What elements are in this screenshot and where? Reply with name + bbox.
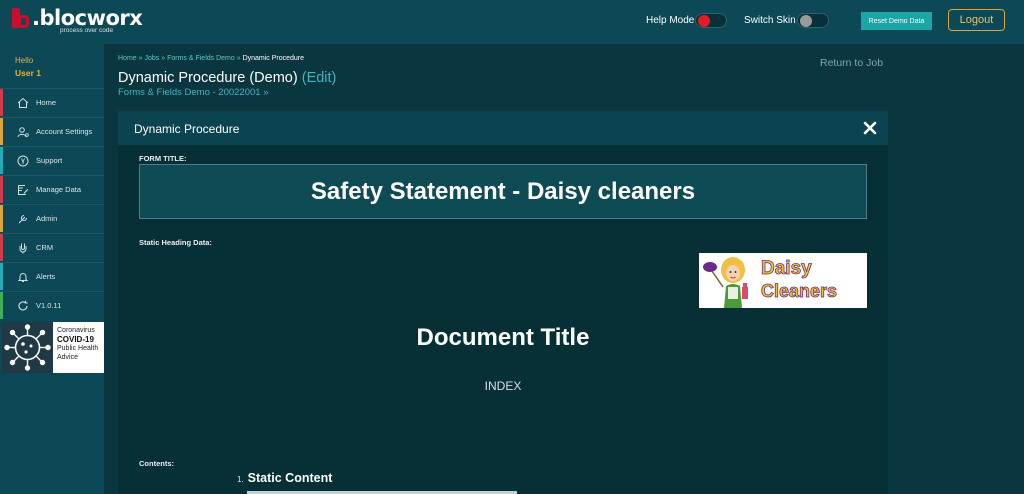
logo-mark-icon	[10, 6, 30, 30]
document-title: Document Title	[416, 324, 590, 351]
breadcrumb-home[interactable]: Home	[118, 55, 137, 62]
refresh-icon	[18, 300, 28, 311]
form-title-label: FORM TITLE:	[139, 154, 187, 163]
toc-number: 1.	[237, 475, 244, 484]
nav-accent	[0, 118, 3, 145]
sidebar-item-label: Support	[36, 156, 63, 165]
toggle-knob	[800, 15, 812, 27]
alerts-icon	[17, 273, 29, 282]
sidebar-item-label: Alerts	[36, 272, 56, 281]
sidebar-item-label: Admin	[36, 214, 58, 223]
sidebar-item-label: Home	[36, 98, 57, 107]
breadcrumb-sep: »	[159, 55, 168, 62]
modal-title: Dynamic Procedure	[134, 122, 240, 136]
sidebar-item-manage-data[interactable]: Manage Data	[0, 175, 104, 203]
edit-data-icon	[18, 185, 29, 195]
nav-accent	[0, 234, 3, 261]
admin-icon	[18, 214, 28, 224]
sidebar: Hello User 1 Home Account Settings Suppo…	[0, 44, 104, 494]
logo-word-daisy: Daisy	[761, 258, 812, 280]
sidebar-item-crm[interactable]: CRM	[0, 233, 104, 261]
job-link[interactable]: Forms & Fields Demo - 20022001 »	[118, 87, 268, 98]
breadcrumb-forms[interactable]: Forms & Fields Demo	[167, 55, 235, 62]
covid-line-2: COVID-19	[57, 334, 94, 344]
sidebar-item-account-settings[interactable]: Account Settings	[0, 117, 104, 145]
sidebar-item-home[interactable]: Home	[0, 88, 104, 116]
user-settings-icon	[17, 127, 29, 138]
return-to-job-link[interactable]: Return to Job	[820, 57, 883, 69]
close-icon[interactable]	[863, 121, 877, 135]
sidebar-item-version[interactable]: V1.0.11	[0, 291, 104, 319]
hello-text: Hello	[15, 56, 34, 65]
toc-item: 1. Static Content	[237, 471, 332, 485]
support-icon	[17, 155, 29, 167]
page-title-text: Dynamic Procedure (Demo)	[118, 70, 298, 86]
breadcrumb-current: Dynamic Procedure	[242, 55, 305, 62]
nav-accent	[0, 205, 3, 232]
switch-skin-label: Switch Skin	[744, 15, 796, 26]
covid-advice-banner[interactable]: Coronavirus COVID-19 Public Health Advic…	[2, 322, 104, 373]
nav-accent	[0, 292, 3, 319]
logo-tagline: process over code	[60, 27, 114, 34]
form-title-field[interactable]: Safety Statement - Daisy cleaners	[139, 164, 867, 219]
switch-skin-toggle[interactable]	[797, 13, 829, 28]
breadcrumb-jobs[interactable]: Jobs	[144, 55, 159, 62]
toggle-knob	[698, 15, 710, 27]
covid-text: Coronavirus COVID-19 Public Health Advic…	[57, 327, 98, 362]
covid-line-4: Advice	[57, 353, 79, 361]
breadcrumb: Home » Jobs » Forms & Fields Demo » Dyna…	[118, 55, 304, 62]
covid-line-1: Coronavirus	[57, 327, 95, 334]
logo-word-cleaners: Cleaners	[761, 281, 838, 302]
nav-accent	[0, 89, 3, 116]
sidebar-item-label: V1.0.11	[36, 301, 62, 310]
sidebar-item-label: CRM	[36, 243, 54, 252]
daisy-cleaners-logo: Daisy Cleaners	[699, 253, 867, 308]
sidebar-item-label: Account Settings	[36, 127, 93, 136]
modal-header: Dynamic Procedure	[118, 111, 888, 145]
dynamic-procedure-modal: Dynamic Procedure FORM TITLE: Safety Sta…	[118, 111, 888, 494]
home-icon	[17, 97, 29, 108]
toc-item-text: Static Content	[247, 471, 333, 485]
contents-label: Contents:	[139, 459, 174, 468]
top-bar: .blocworx process over code Help Mode Sw…	[0, 0, 1024, 44]
static-heading-label: Static Heading Data:	[139, 238, 212, 247]
help-mode-label: Help Mode	[646, 15, 695, 26]
help-mode-toggle[interactable]	[695, 13, 727, 28]
edit-link[interactable]: (Edit)	[302, 70, 337, 86]
logout-button[interactable]: Logout	[948, 9, 1005, 31]
sidebar-item-alerts[interactable]: Alerts	[0, 262, 104, 290]
nav-accent	[0, 263, 3, 290]
page-title: Dynamic Procedure (Demo) (Edit)	[118, 70, 336, 86]
breadcrumb-sep: »	[234, 55, 243, 62]
sidebar-item-label: Manage Data	[36, 185, 82, 194]
sidebar-item-support[interactable]: Support	[0, 146, 104, 174]
reset-demo-data-button[interactable]: Reset Demo Data	[861, 12, 932, 30]
virus-icon	[2, 322, 53, 373]
greeting: Hello User 1	[15, 55, 41, 79]
sidebar-item-admin[interactable]: Admin	[0, 204, 104, 232]
covid-line-3: Public Health	[57, 345, 99, 352]
crm-icon	[19, 243, 27, 254]
nav-accent	[0, 176, 3, 203]
index-heading: INDEX	[484, 379, 522, 393]
user-name: User 1	[15, 68, 41, 78]
nav-accent	[0, 147, 3, 174]
